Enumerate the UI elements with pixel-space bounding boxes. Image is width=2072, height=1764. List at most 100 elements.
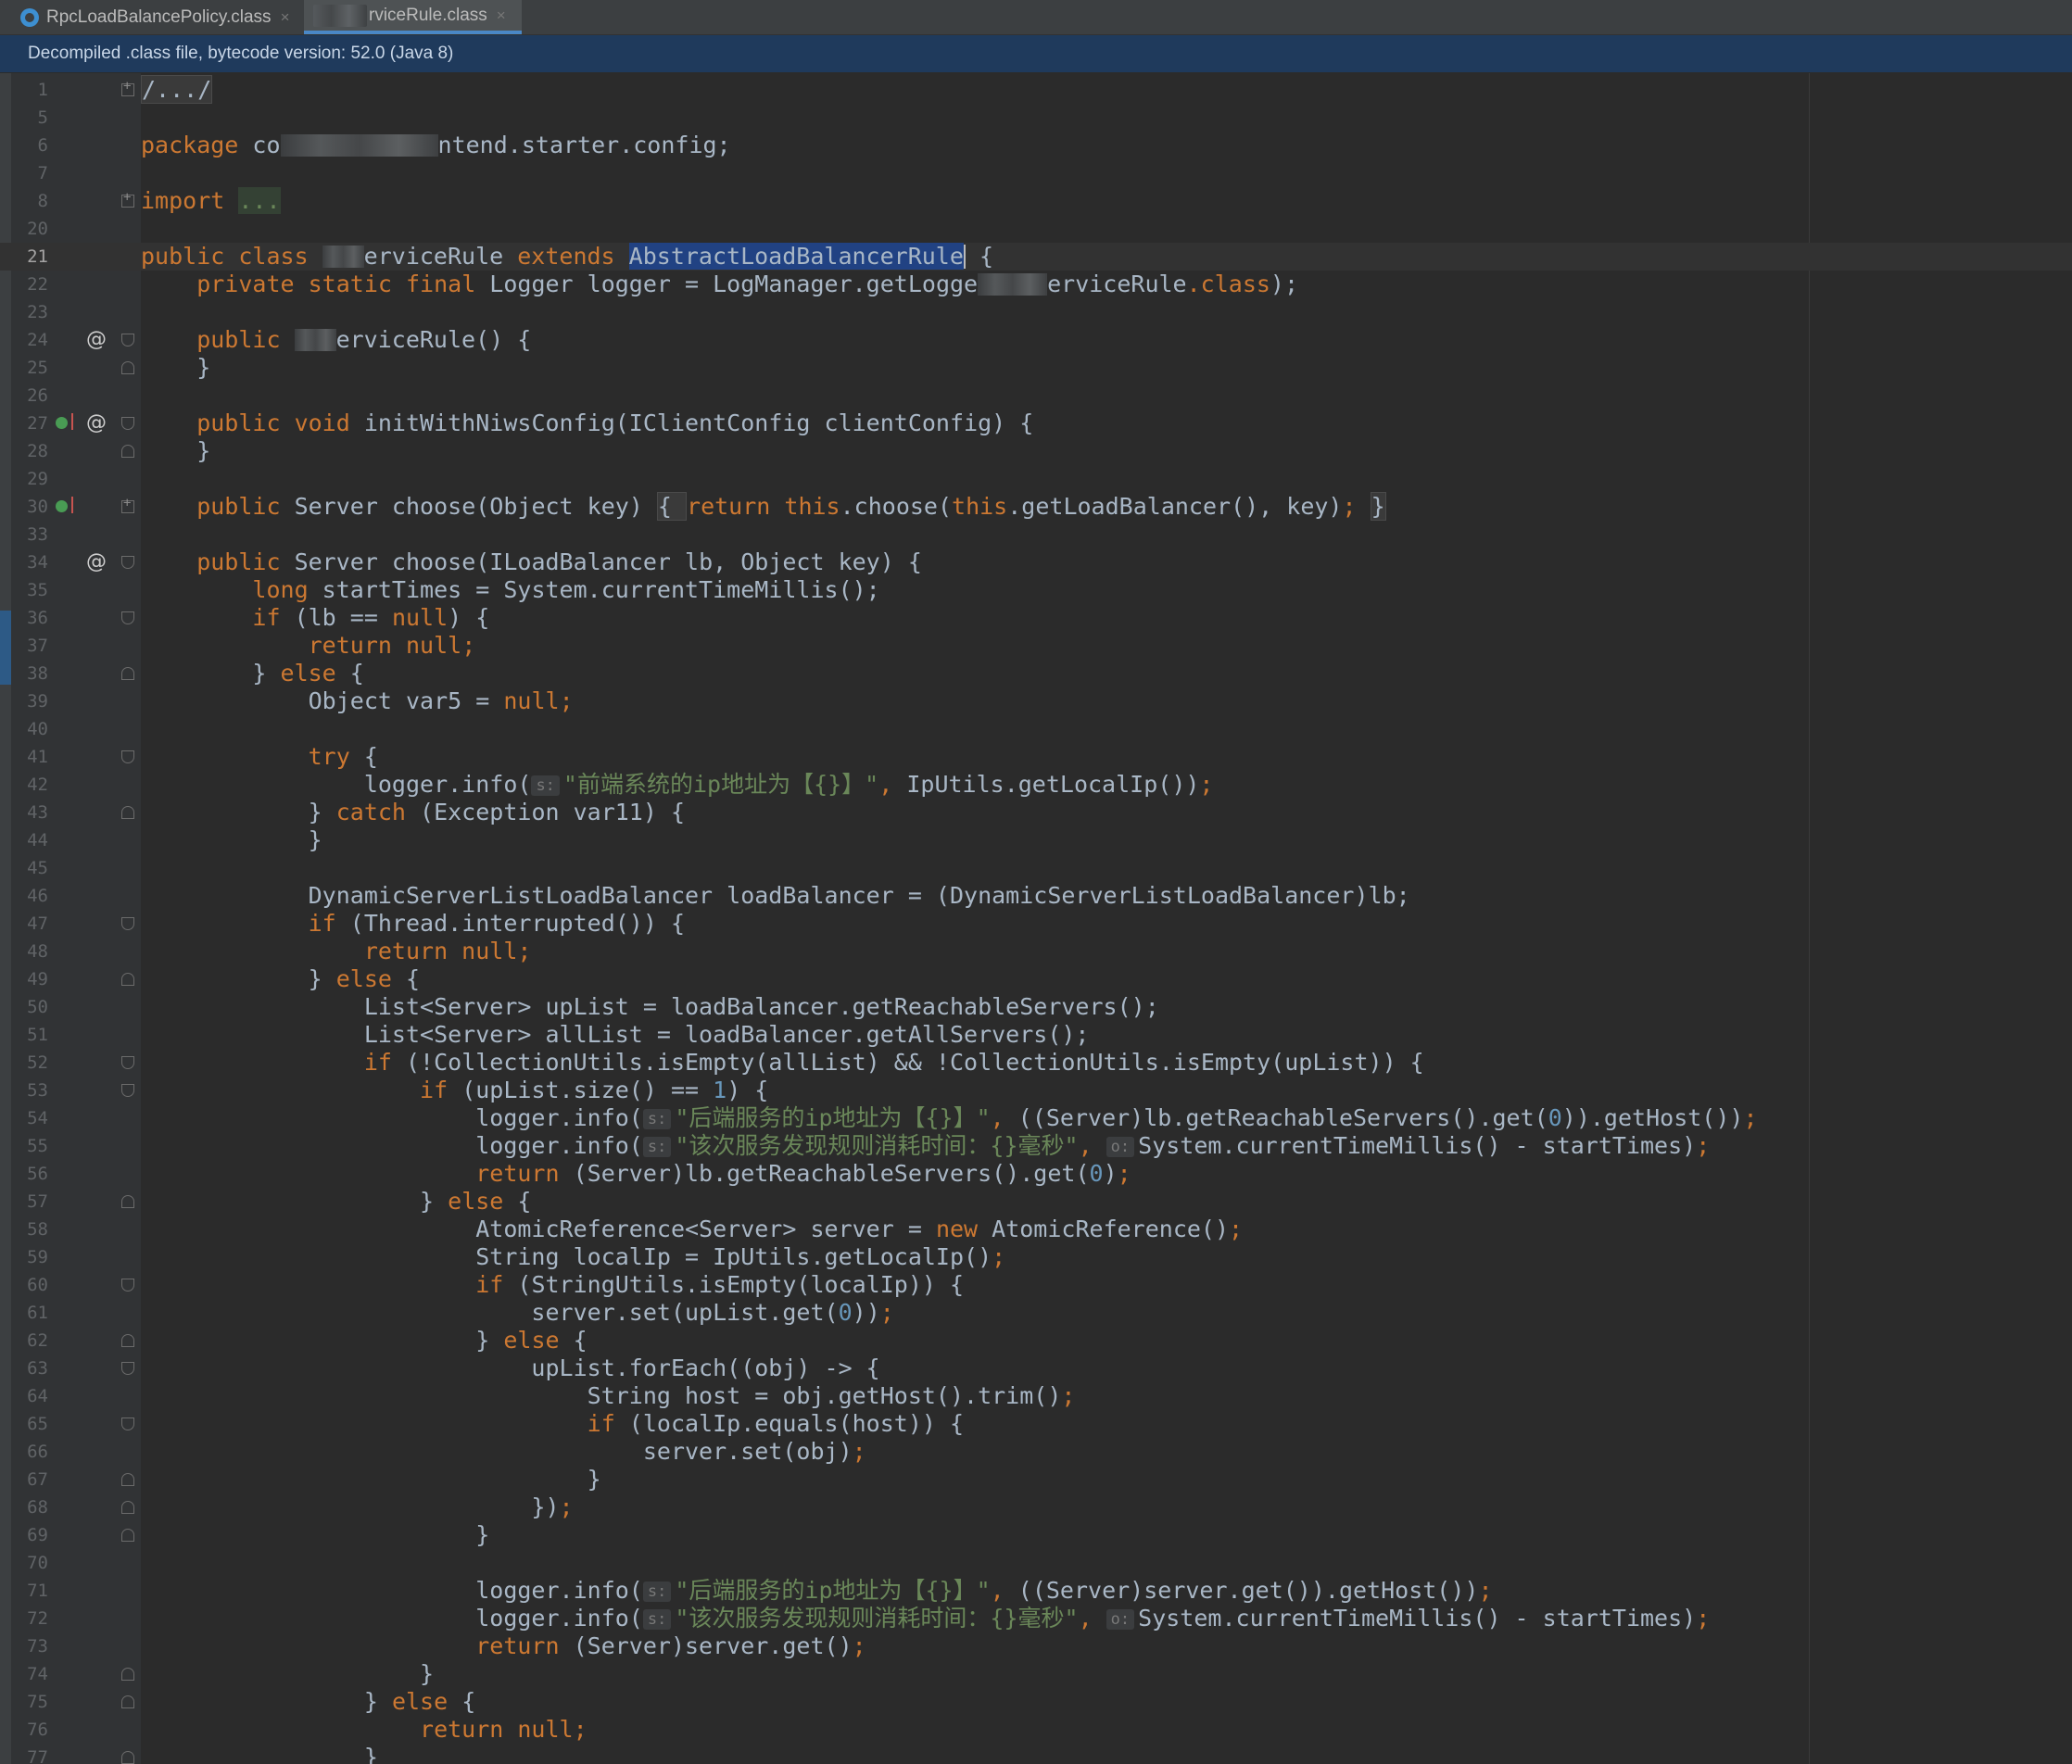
code-text: } else { xyxy=(141,660,364,687)
code-text: public Server choose(ILoadBalancer lb, O… xyxy=(141,548,922,575)
fold-collapse-icon[interactable] xyxy=(121,1279,134,1292)
code-text: return (Server)server.get(); xyxy=(141,1632,866,1659)
code-line: 25 } xyxy=(0,354,2072,382)
fold-end-icon[interactable] xyxy=(121,806,134,819)
code-line: 66 server.set(obj); xyxy=(0,1438,2072,1466)
fold-collapse-icon[interactable] xyxy=(121,1418,134,1430)
line-number: 66 xyxy=(27,1442,48,1462)
annotation-at-icon[interactable]: @ xyxy=(86,410,107,437)
code-line: 69 } xyxy=(0,1521,2072,1549)
fold-end-icon[interactable] xyxy=(121,1695,134,1708)
line-number: 77 xyxy=(27,1747,48,1764)
line-number: 67 xyxy=(27,1469,48,1490)
code-text: return (Server)lb.getReachableServers().… xyxy=(141,1160,1131,1187)
code-text: return null; xyxy=(141,938,532,964)
fold-expand-icon[interactable] xyxy=(121,190,134,208)
fold-collapse-icon[interactable] xyxy=(121,1362,134,1375)
code-line: 38 } else { xyxy=(0,660,2072,687)
code-text: } else { xyxy=(141,965,421,992)
code-line: 1 /.../ xyxy=(0,75,2072,104)
fold-collapse-icon[interactable] xyxy=(121,1084,134,1097)
code-text: List<Server> allList = loadBalancer.getA… xyxy=(141,1021,1090,1048)
code-text: if (!CollectionUtils.isEmpty(allList) &&… xyxy=(141,1049,1424,1076)
fold-end-icon[interactable] xyxy=(121,1529,134,1542)
fold-end-icon[interactable] xyxy=(121,361,134,374)
code-line-current: 21 public class erviceRule extends Abstr… xyxy=(0,243,2072,271)
fold-end-icon[interactable] xyxy=(121,1751,134,1764)
fold-collapse-icon[interactable] xyxy=(121,556,134,569)
fold-collapse-icon[interactable] xyxy=(121,417,134,430)
code-line: 65 if (localIp.equals(host)) { xyxy=(0,1410,2072,1438)
line-number: 34 xyxy=(27,552,48,573)
code-line: 30 public Server choose(Object key) { re… xyxy=(0,492,2072,521)
code-line: 62 } else { xyxy=(0,1327,2072,1354)
code-line: 59 String localIp = IpUtils.getLocalIp()… xyxy=(0,1243,2072,1271)
param-hint: s: xyxy=(642,1137,672,1157)
code-text: List<Server> upList = loadBalancer.getRe… xyxy=(141,993,1159,1020)
code-line: 45 xyxy=(0,854,2072,882)
tab-rpc-load-balance-policy[interactable]: RpcLoadBalancePolicy.class × xyxy=(20,0,290,34)
line-number: 56 xyxy=(27,1164,48,1184)
code-text: } catch (Exception var11) { xyxy=(141,799,686,825)
code-line: 22 private static final Logger logger = … xyxy=(0,271,2072,298)
param-hint: s: xyxy=(642,1109,672,1129)
notice-text: Decompiled .class file, bytecode version… xyxy=(28,44,454,63)
fold-expand-icon[interactable] xyxy=(121,79,134,96)
fold-end-icon[interactable] xyxy=(121,667,134,680)
line-number: 25 xyxy=(27,358,48,378)
override-method-icon[interactable] xyxy=(56,413,73,430)
line-number: 53 xyxy=(27,1080,48,1101)
line-number: 75 xyxy=(27,1692,48,1712)
code-text: private static final Logger logger = Log… xyxy=(141,271,1299,297)
line-number: 33 xyxy=(27,524,48,545)
line-number: 50 xyxy=(27,997,48,1017)
fold-end-icon[interactable] xyxy=(121,1473,134,1486)
fold-end-icon[interactable] xyxy=(121,445,134,458)
fold-end-icon[interactable] xyxy=(121,1334,134,1347)
code-line: 23 xyxy=(0,298,2072,326)
code-text: import ... xyxy=(141,187,281,214)
code-text: long startTimes = System.currentTimeMill… xyxy=(141,576,880,603)
line-number: 57 xyxy=(27,1191,48,1212)
fold-collapse-icon[interactable] xyxy=(121,1056,134,1069)
close-tab-icon[interactable]: × xyxy=(497,6,506,25)
fold-collapse-icon[interactable] xyxy=(121,917,134,930)
code-line: 26 xyxy=(0,382,2072,410)
redacted-region xyxy=(322,246,364,268)
code-text: }); xyxy=(141,1493,574,1520)
line-number: 54 xyxy=(27,1108,48,1128)
code-text: /.../ xyxy=(141,75,213,104)
annotation-at-icon[interactable]: @ xyxy=(86,548,107,576)
close-tab-icon[interactable]: × xyxy=(281,8,290,27)
code-line: 40 xyxy=(0,715,2072,743)
override-method-icon[interactable] xyxy=(56,497,73,513)
code-line: 6 package co ntend.starter.config; xyxy=(0,132,2072,159)
code-line: 60 if (StringUtils.isEmpty(localIp)) { xyxy=(0,1271,2072,1299)
annotation-at-icon[interactable]: @ xyxy=(86,326,107,354)
line-number: 1 xyxy=(37,80,48,100)
code-text: return null; xyxy=(141,632,476,659)
line-number: 68 xyxy=(27,1497,48,1518)
fold-collapse-icon[interactable] xyxy=(121,334,134,346)
code-text: public void initWithNiwsConfig(IClientCo… xyxy=(141,410,1034,436)
code-text: AtomicReference<Server> server = new Ato… xyxy=(141,1216,1244,1242)
code-text: server.set(obj); xyxy=(141,1438,866,1465)
code-line: 64 String host = obj.getHost().trim(); xyxy=(0,1382,2072,1410)
code-text: } xyxy=(141,1521,490,1548)
code-line: 41 try { xyxy=(0,743,2072,771)
code-text: String host = obj.getHost().trim(); xyxy=(141,1382,1076,1409)
code-text: logger.info(s: "该次服务发现规则消耗时间：{}毫秒", o: Sys… xyxy=(141,1605,1711,1632)
fold-end-icon[interactable] xyxy=(121,973,134,986)
redacted-region xyxy=(978,273,1048,296)
fold-collapse-icon[interactable] xyxy=(121,611,134,624)
fold-end-icon[interactable] xyxy=(121,1668,134,1681)
fold-end-icon[interactable] xyxy=(121,1195,134,1208)
fold-expand-icon[interactable] xyxy=(121,496,134,513)
class-file-icon xyxy=(20,7,39,27)
code-line: 72 logger.info(s: "该次服务发现规则消耗时间：{}毫秒", o:… xyxy=(0,1605,2072,1632)
code-line: 24 @ public erviceRule() { xyxy=(0,326,2072,354)
line-number: 49 xyxy=(27,969,48,989)
fold-collapse-icon[interactable] xyxy=(121,750,134,763)
fold-end-icon[interactable] xyxy=(121,1501,134,1514)
tab-service-rule-active[interactable]: rviceRule.class × xyxy=(304,0,522,34)
